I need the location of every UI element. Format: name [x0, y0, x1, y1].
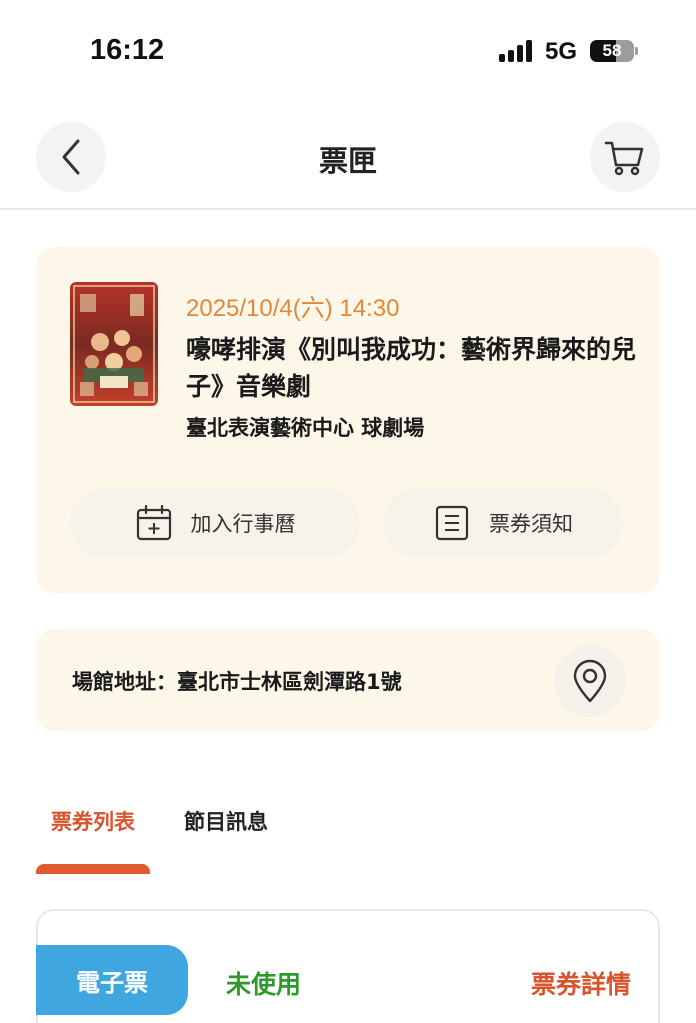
document-list-icon	[433, 504, 471, 542]
active-tab-indicator	[36, 864, 150, 874]
ticket-notice-button[interactable]: 票券須知	[383, 488, 623, 558]
tab-ticket-list[interactable]: 票券列表	[51, 806, 135, 836]
cart-button[interactable]	[590, 122, 660, 192]
add-calendar-label: 加入行事曆	[190, 512, 296, 536]
status-bar: 16:12 5G 58	[0, 0, 696, 100]
map-button[interactable]	[554, 645, 626, 717]
ticket-card[interactable]: 電子票 未使用 票券詳情	[36, 909, 660, 1023]
cart-icon	[604, 141, 644, 176]
ticket-status: 未使用	[226, 970, 302, 999]
nav-header: 票匣	[0, 100, 696, 210]
add-calendar-button[interactable]: 加入行事曆	[70, 488, 360, 558]
tab-program-info[interactable]: 節目訊息	[184, 806, 268, 836]
event-venue: 臺北表演藝術中心 球劇場	[186, 416, 425, 440]
event-card: 2025/10/4(六) 14:30 嚎哮排演《別叫我成功：藝術界歸來的兒子》音…	[36, 247, 660, 593]
ticket-type-badge: 電子票	[36, 945, 188, 1015]
network-label: 5G	[545, 38, 578, 65]
battery-nub	[635, 47, 638, 55]
battery-icon: 58	[590, 40, 634, 62]
calendar-add-icon	[135, 504, 173, 542]
event-poster	[70, 282, 158, 406]
event-datetime: 2025/10/4(六) 14:30	[186, 295, 400, 322]
ticket-notice-label: 票券須知	[489, 512, 573, 536]
ticket-detail-link[interactable]: 票券詳情	[531, 965, 631, 1001]
battery-percent: 58	[602, 41, 622, 60]
event-title: 嚎哮排演《別叫我成功：藝術界歸來的兒子》音樂劇	[186, 335, 637, 401]
status-time: 16:12	[90, 34, 165, 66]
location-pin-icon	[573, 659, 607, 703]
venue-address-card: 場館地址：臺北市士林區劍潭路1號	[36, 629, 660, 731]
venue-address: 場館地址：臺北市士林區劍潭路1號	[72, 670, 402, 694]
signal-icon	[499, 40, 535, 62]
